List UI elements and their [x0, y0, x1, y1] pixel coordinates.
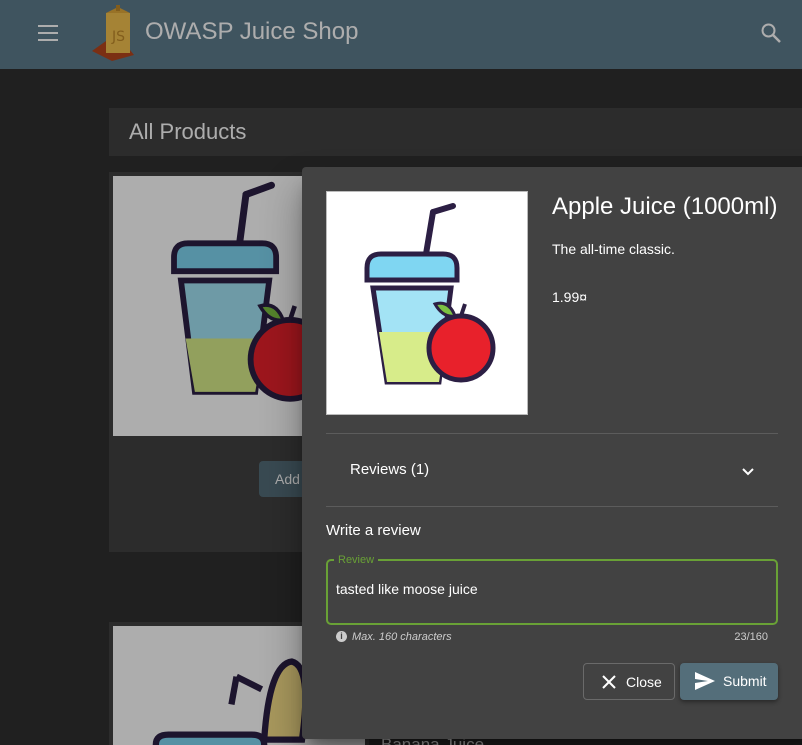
write-review-title: Write a review: [326, 522, 421, 539]
product-price: 1.99¤: [552, 289, 588, 305]
close-label: Close: [626, 674, 662, 690]
divider: [326, 506, 778, 507]
close-icon: [602, 675, 616, 689]
character-counter: 23/160: [734, 631, 768, 643]
submit-button[interactable]: Submit: [680, 663, 778, 700]
hint-text: Max. 160 characters: [352, 631, 452, 643]
review-hint: i Max. 160 characters 23/160: [336, 630, 768, 644]
review-input[interactable]: Review tasted like moose juice: [326, 554, 778, 625]
info-icon: i: [336, 631, 347, 642]
product-image: [326, 191, 528, 415]
submit-label: Submit: [723, 673, 767, 689]
close-button[interactable]: Close: [583, 663, 675, 700]
reviews-expansion-panel[interactable]: Reviews (1): [326, 434, 778, 506]
review-label: Review: [334, 554, 379, 566]
review-value[interactable]: tasted like moose juice: [336, 581, 478, 597]
product-description: The all-time classic.: [552, 241, 675, 257]
reviews-title: Reviews (1): [350, 461, 430, 478]
product-name: Apple Juice (1000ml): [552, 193, 778, 220]
product-details-dialog: Apple Juice (1000ml) The all-time classi…: [302, 167, 802, 739]
send-icon: [695, 672, 715, 690]
chevron-down-icon[interactable]: [742, 468, 754, 476]
